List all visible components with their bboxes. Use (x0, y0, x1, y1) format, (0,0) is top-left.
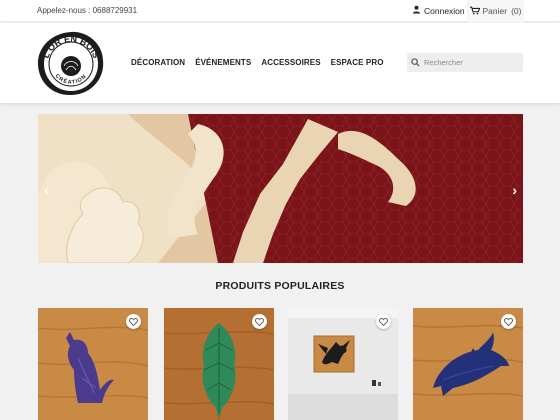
search-icon[interactable] (411, 54, 420, 72)
login-link[interactable]: Connexion (412, 5, 465, 16)
site-header: L'OR EN BOIS CRÉATION DÉCORATION ÉVÉNEME… (0, 23, 560, 103)
contact-phone: Appelez-nous : 0688729931 (37, 6, 138, 15)
slider-prev-button[interactable]: ‹ (44, 182, 49, 198)
product-card[interactable] (413, 308, 523, 420)
wishlist-button[interactable] (252, 314, 267, 329)
site-logo[interactable]: L'OR EN BOIS CRÉATION (36, 30, 106, 97)
chevron-right-icon: › (512, 182, 517, 198)
product-card[interactable] (38, 308, 148, 420)
top-bar: Appelez-nous : 0688729931 Connexion Pani… (0, 0, 560, 22)
nav-evenements[interactable]: ÉVÉNEMENTS (195, 58, 251, 67)
cart-button[interactable]: Panier (0) (467, 0, 524, 22)
cart-count: (0) (511, 6, 522, 16)
cart-label: Panier (482, 6, 508, 16)
wishlist-button[interactable] (501, 314, 516, 329)
chevron-left-icon: ‹ (44, 182, 49, 198)
nav-decoration[interactable]: DÉCORATION (131, 58, 185, 67)
heart-icon (379, 317, 388, 326)
nav-accessoires[interactable]: ACCESSOIRES (261, 58, 320, 67)
slide-image (38, 114, 523, 263)
heart-icon (129, 317, 138, 326)
hero-slider[interactable]: ‹ › (38, 114, 523, 263)
heart-icon (504, 317, 513, 326)
search-input[interactable] (424, 58, 514, 67)
slider-next-button[interactable]: › (512, 182, 517, 198)
product-card[interactable] (288, 308, 398, 420)
user-icon (412, 5, 421, 16)
wishlist-button[interactable] (376, 314, 391, 329)
cart-icon (469, 6, 480, 17)
heart-icon (255, 317, 264, 326)
product-card[interactable] (164, 308, 274, 420)
search-box (407, 53, 523, 72)
section-title: PRODUITS POPULAIRES (215, 280, 345, 292)
login-label: Connexion (424, 5, 465, 16)
main-nav: DÉCORATION ÉVÉNEMENTS ACCESSOIRES ESPACE… (131, 58, 384, 67)
nav-espace-pro[interactable]: ESPACE PRO (331, 58, 384, 67)
wishlist-button[interactable] (126, 314, 141, 329)
